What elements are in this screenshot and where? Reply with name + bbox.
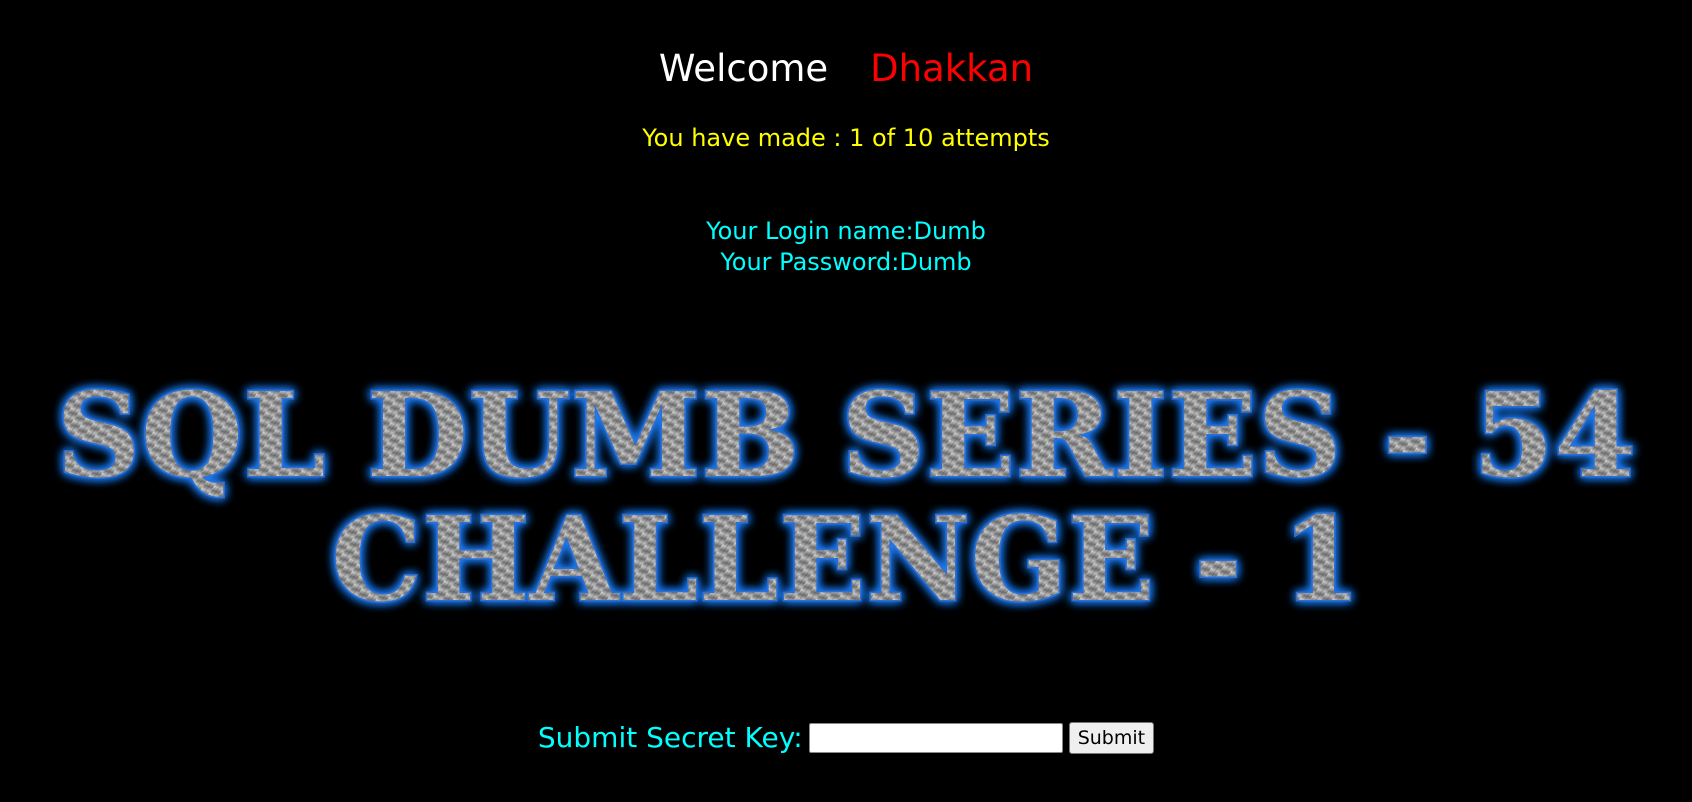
welcome-text: Welcome (658, 47, 829, 90)
login-name-text: Your Login name:Dumb (706, 217, 986, 245)
credentials-block: Your Login name:Dumb Your Password:Dumb (0, 216, 1692, 278)
secret-key-label: Submit Secret Key: (537, 721, 803, 754)
attempts-counter: You have made : 1 of 10 attempts (642, 124, 1050, 152)
banner-graphic: SQL DUMB SERIES - 54 CHALLENGE - 1 (55, 368, 1638, 628)
banner-line-2: CHALLENGE - 1 (331, 492, 1361, 628)
challenge-banner: SQL DUMB SERIES - 54 CHALLENGE - 1 (0, 368, 1692, 628)
secret-key-form: Submit Secret Key: Submit (0, 718, 1692, 758)
secret-key-input[interactable] (808, 723, 1063, 753)
welcome-heading: Welcome Dhakkan (0, 44, 1692, 94)
banner-line-1: SQL DUMB SERIES - 54 (56, 368, 1636, 504)
user-name: Dhakkan (870, 47, 1034, 90)
password-text: Your Password:Dumb (720, 248, 972, 276)
submit-button[interactable]: Submit (1068, 722, 1155, 754)
